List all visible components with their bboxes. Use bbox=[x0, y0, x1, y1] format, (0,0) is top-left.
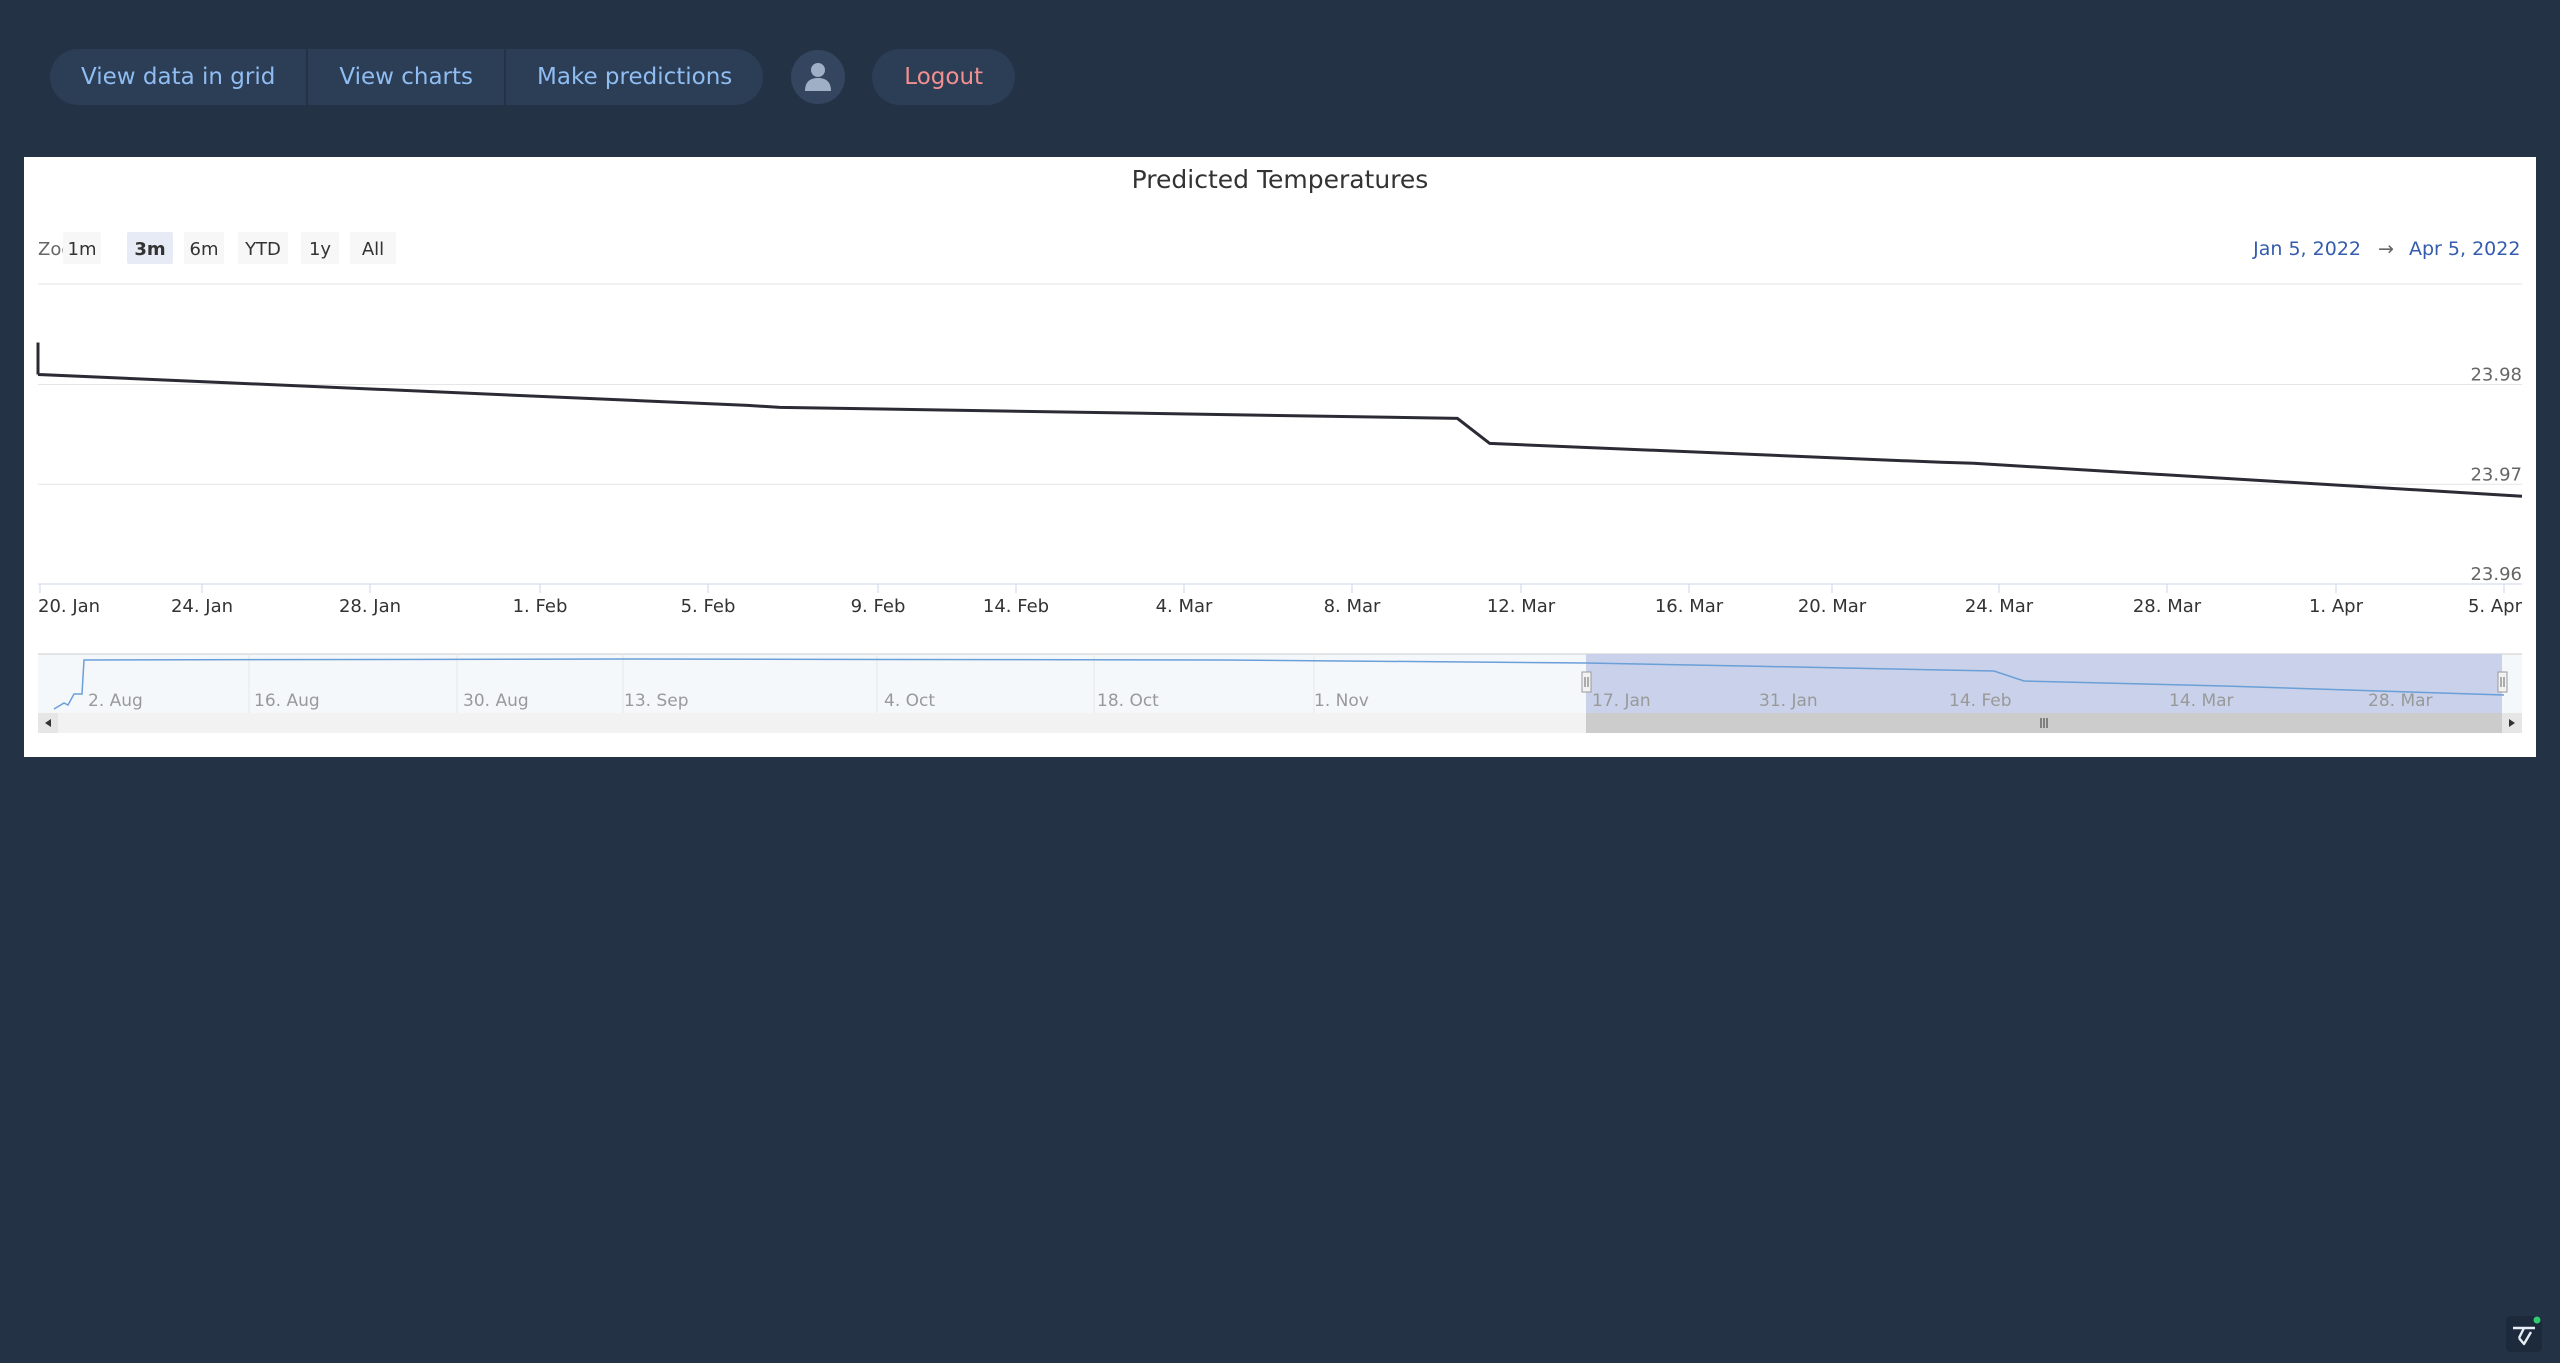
x-tick-label: 20. Mar bbox=[1798, 596, 1867, 617]
x-tick-label: 28. Mar bbox=[2133, 596, 2202, 617]
x-tick-label: 24. Mar bbox=[1965, 596, 2034, 617]
chart-title: Predicted Temperatures bbox=[1132, 165, 1429, 194]
stock-chart: Predicted Temperatures Zoom 1m3m6mYTD1yA… bbox=[36, 165, 2523, 733]
user-avatar[interactable] bbox=[791, 50, 846, 104]
x-tick-label: 1. Apr bbox=[2309, 596, 2364, 617]
y-tick-label: 23.98 bbox=[2470, 365, 2522, 386]
navigator-date-label: 28. Mar bbox=[2368, 691, 2433, 711]
zoom-button-label: All bbox=[362, 239, 384, 260]
navigator-handle-left[interactable] bbox=[1581, 671, 1592, 693]
range-from-input[interactable]: Jan 5, 2022 bbox=[2252, 238, 2361, 260]
zoom-button-label: YTD bbox=[244, 239, 281, 260]
y-axis-labels: 23.98 23.97 23.96 bbox=[2470, 365, 2522, 586]
x-tick-label: 4. Mar bbox=[1156, 596, 1213, 617]
x-tick-label: 28. Jan bbox=[339, 596, 401, 617]
navigator-handle-right[interactable] bbox=[2497, 671, 2508, 693]
zoom-button-label: 3m bbox=[134, 239, 165, 260]
navigator-selected-range[interactable] bbox=[1586, 654, 2502, 713]
navigator-date-label: 14. Mar bbox=[2169, 691, 2234, 711]
navigator: 2. Aug 16. Aug 30. Aug 13. Sep 4. Oct 18. Oct… bbox=[38, 653, 2522, 713]
vaadin-logo-icon bbox=[2506, 1316, 2542, 1352]
navigator-date-label: 14. Feb bbox=[1949, 691, 2012, 711]
temperature-series-line bbox=[36, 342, 2523, 498]
y-tick-label: 23.96 bbox=[2470, 564, 2522, 585]
x-tick-label: 12. Mar bbox=[1487, 596, 1556, 617]
x-tick-label: 9. Feb bbox=[851, 596, 906, 617]
y-tick-label: 23.97 bbox=[2470, 464, 2522, 485]
user-icon bbox=[805, 63, 832, 91]
chart-card: Predicted Temperatures Zoom 1m3m6mYTD1yA… bbox=[24, 157, 2536, 757]
navigator-date-label: 30. Aug bbox=[463, 691, 529, 711]
x-tick-label: 20. Jan bbox=[38, 596, 100, 617]
navigator-date-label: 4. Oct bbox=[884, 691, 935, 711]
navigator-date-label: 17. Jan bbox=[1592, 691, 1651, 711]
navigator-date-label: 1. Nov bbox=[1314, 691, 1369, 711]
view-grid-button[interactable]: View data in grid bbox=[50, 49, 309, 105]
view-charts-button[interactable]: View charts bbox=[308, 49, 507, 105]
logout-button[interactable]: Logout bbox=[872, 49, 1016, 105]
x-tick-label: 16. Mar bbox=[1655, 596, 1724, 617]
x-tick-label: 24. Jan bbox=[171, 596, 233, 617]
navigator-date-label: 31. Jan bbox=[1759, 691, 1818, 711]
range-to-input[interactable]: Apr 5, 2022 bbox=[2409, 238, 2520, 260]
navigator-date-label: 13. Sep bbox=[624, 691, 688, 711]
zoom-buttons: 1m 3m 6m YTD 1y All bbox=[63, 232, 396, 264]
x-tick-label: 1. Feb bbox=[513, 596, 568, 617]
zoom-button-label: 6m bbox=[190, 239, 219, 260]
navigator-date-label: 2. Aug bbox=[88, 691, 143, 711]
make-predictions-button[interactable]: Make predictions bbox=[506, 49, 763, 105]
zoom-button-1m[interactable]: 1m bbox=[63, 232, 101, 264]
range-arrow: → bbox=[2378, 238, 2394, 260]
navigator-date-label: 16. Aug bbox=[254, 691, 320, 711]
top-nav: View data in grid View charts Make predi… bbox=[50, 49, 1016, 105]
zoom-button-all[interactable]: All bbox=[350, 232, 396, 264]
zoom-button-1y[interactable]: 1y bbox=[301, 232, 339, 264]
x-tick-label: 5. Feb bbox=[681, 596, 736, 617]
zoom-button-3m[interactable]: 3m bbox=[127, 232, 173, 264]
x-axis-ticks: 20. Jan 24. Jan 28. Jan 1. Feb 5. Feb 9. Feb 1… bbox=[38, 584, 2523, 617]
navigator-date-label: 18. Oct bbox=[1097, 691, 1159, 711]
nav-button-group: View data in grid View charts Make predi… bbox=[50, 49, 764, 105]
x-tick-label: 5. Apr bbox=[2468, 596, 2523, 617]
x-tick-label: 14. Feb bbox=[983, 596, 1049, 617]
scrollbar[interactable] bbox=[38, 713, 2522, 733]
zoom-button-label: 1y bbox=[309, 239, 331, 260]
zoom-button-label: 1m bbox=[68, 239, 97, 260]
x-tick-label: 8. Mar bbox=[1324, 596, 1381, 617]
zoom-button-6m[interactable]: 6m bbox=[184, 232, 224, 264]
zoom-button-ytd[interactable]: YTD bbox=[238, 232, 288, 264]
